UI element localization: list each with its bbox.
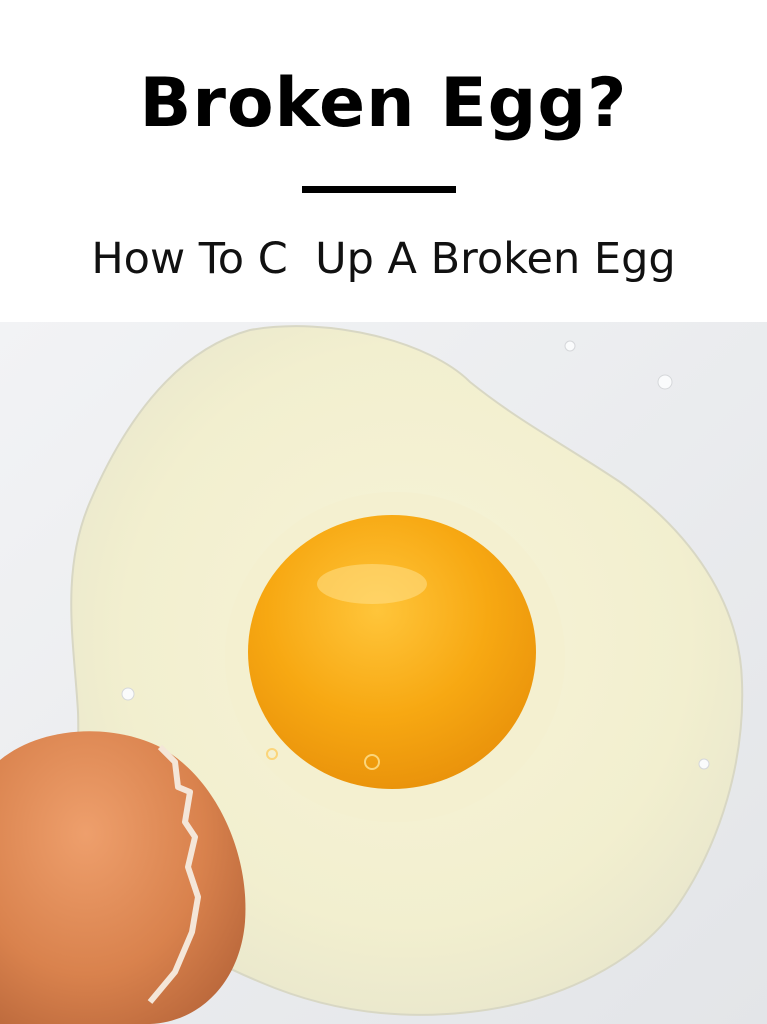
yolk-highlight [317, 564, 427, 604]
droplet [657, 374, 673, 390]
title-divider [302, 186, 456, 193]
header-panel: Broken Egg? How To C Up A Broken Egg [0, 0, 767, 322]
droplet [121, 687, 135, 701]
egg-illustration [0, 322, 767, 1024]
droplet [564, 340, 576, 352]
cracked-egg-photo [0, 322, 767, 1024]
droplet [698, 758, 710, 770]
page-subtitle: How To C Up A Broken Egg [91, 234, 676, 284]
egg-yolk [248, 515, 536, 789]
pin-graphic: Broken Egg? How To C Up A Broken Egg [0, 0, 767, 1024]
page-title: Broken Egg? [139, 64, 628, 143]
